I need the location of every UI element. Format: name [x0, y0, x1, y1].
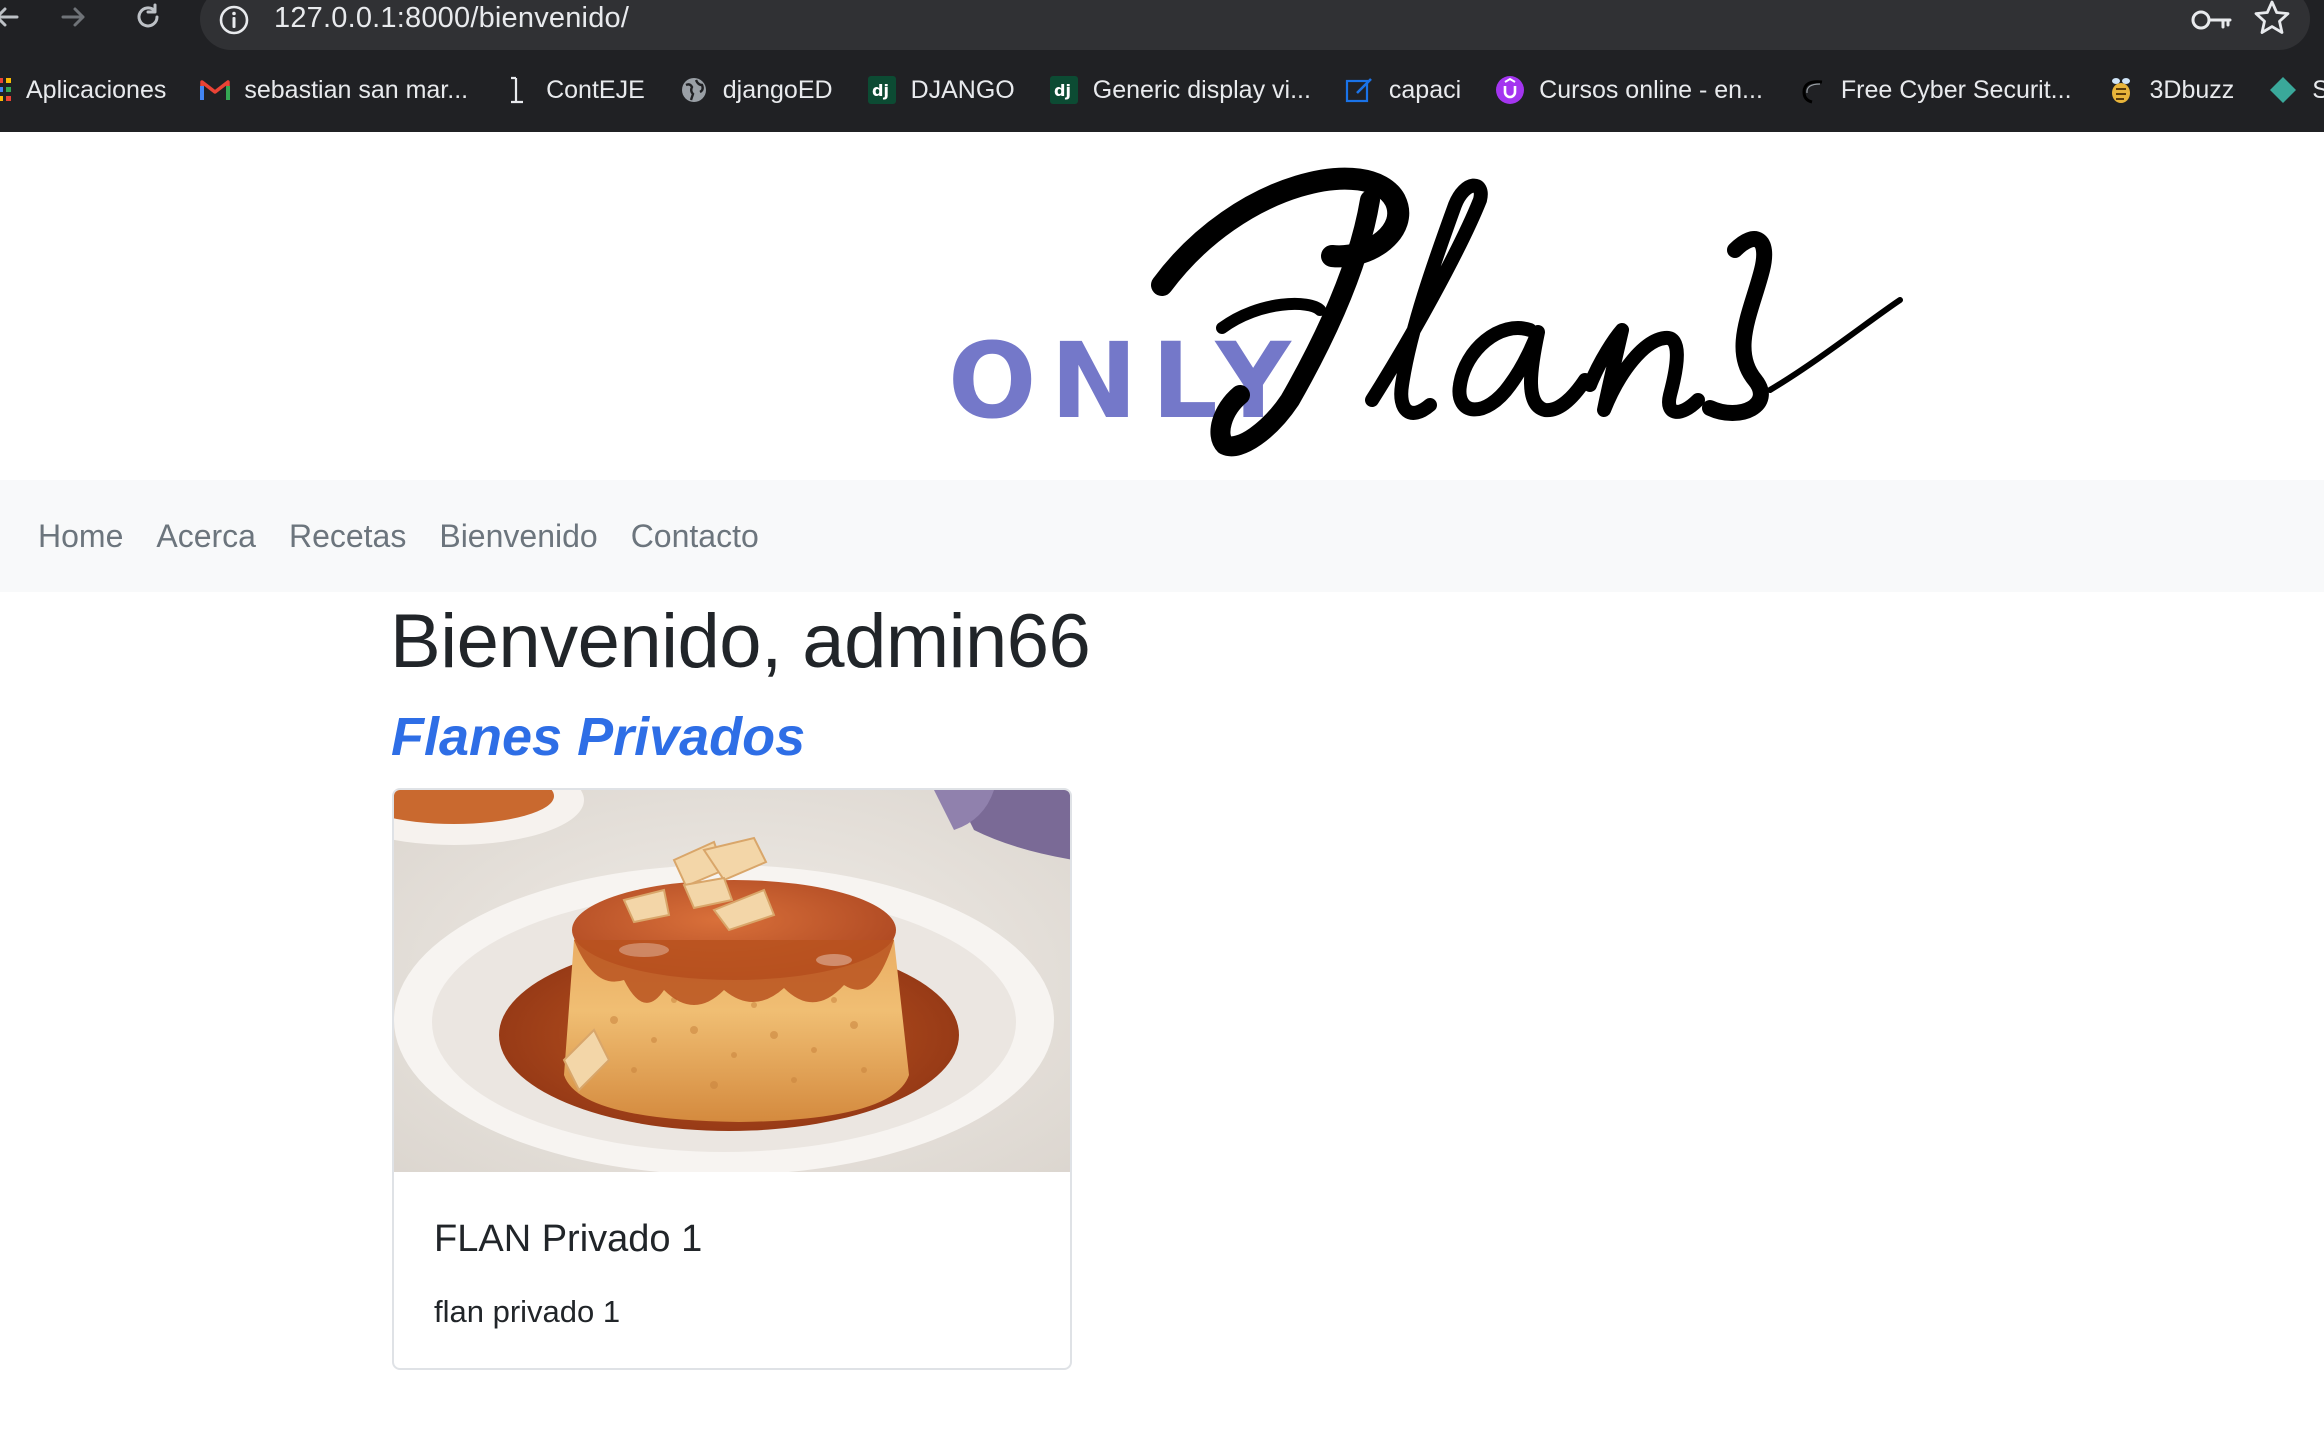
flan-card[interactable]: FLAN Privado 1 flan privado 1 — [392, 788, 1072, 1370]
private-flans-heading: Flanes Privados — [391, 707, 806, 767]
url-text[interactable]: 127.0.0.1:8000/bienvenido/ — [274, 2, 629, 35]
bookmark-s[interactable]: S — [2268, 68, 2324, 112]
gmail-icon — [200, 75, 231, 105]
swoosh-icon — [1797, 75, 1827, 105]
back-arrow-icon — [0, 7, 19, 27]
3dbuzz-icon — [2106, 75, 2136, 105]
address-bar[interactable]: 127.0.0.1:8000/bienvenido/ — [200, 0, 2310, 50]
text-cursor-icon — [502, 75, 532, 105]
bookmark-djangoed[interactable]: djangoED — [679, 68, 833, 112]
bookmark-generic-display[interactable]: dj Generic display vi... — [1049, 68, 1311, 112]
nav-link-recetas[interactable]: Recetas — [289, 518, 406, 555]
edit-icon — [1345, 75, 1375, 105]
back-button[interactable] — [0, 0, 26, 34]
main-navbar: Home Acerca Recetas Bienvenido Contacto — [0, 480, 2324, 592]
svg-text:dj: dj — [872, 81, 889, 100]
apps-grid-icon — [0, 75, 12, 105]
bookmark-capaci[interactable]: capaci — [1345, 68, 1461, 112]
flan-image — [394, 790, 1070, 1172]
logo-script-wordmark — [1151, 167, 1903, 457]
nav-link-acerca[interactable]: Acerca — [156, 518, 256, 555]
bookmark-conteje[interactable]: ContEJE — [502, 68, 645, 112]
password-key-icon[interactable] — [2190, 4, 2234, 36]
svg-text:dj: dj — [1054, 81, 1071, 100]
reload-icon — [137, 3, 159, 28]
bookmark-free-cyber-security[interactable]: Free Cyber Securit... — [1797, 68, 2072, 112]
forward-button[interactable] — [54, 0, 94, 34]
browser-chrome: 127.0.0.1:8000/bienvenido/ Aplicaciones … — [0, 0, 2324, 132]
nav-link-home[interactable]: Home — [38, 518, 123, 555]
nav-link-contacto[interactable]: Contacto — [631, 518, 759, 555]
bookmark-gmail[interactable]: sebastian san mar... — [200, 68, 468, 112]
welcome-heading: Bienvenido, admin66 — [390, 599, 1091, 684]
bookmark-udemy[interactable]: Cursos online - en... — [1495, 68, 1763, 112]
site-info-icon[interactable] — [216, 2, 252, 38]
site-logo[interactable]: ONLY — [940, 160, 2020, 480]
globe-icon — [679, 75, 709, 105]
card-title: FLAN Privado 1 — [434, 1218, 703, 1260]
forward-arrow-icon — [61, 7, 85, 27]
django-icon: dj — [1049, 75, 1079, 105]
browser-toolbar: 127.0.0.1:8000/bienvenido/ — [0, 0, 2324, 50]
bookmark-star-icon[interactable] — [2252, 0, 2292, 38]
udemy-icon — [1495, 75, 1525, 105]
bookmark-django[interactable]: dj DJANGO — [867, 68, 1015, 112]
django-icon: dj — [867, 75, 897, 105]
nav-link-bienvenido[interactable]: Bienvenido — [439, 518, 597, 555]
diamond-icon — [2268, 75, 2298, 105]
bookmark-3dbuzz[interactable]: 3Dbuzz — [2106, 68, 2234, 112]
bookmarks-bar: Aplicaciones sebastian san mar... ContEJ… — [0, 68, 2324, 112]
bookmark-aplicaciones[interactable]: Aplicaciones — [0, 68, 166, 112]
reload-button[interactable] — [128, 0, 168, 34]
card-text: flan privado 1 — [434, 1294, 621, 1329]
